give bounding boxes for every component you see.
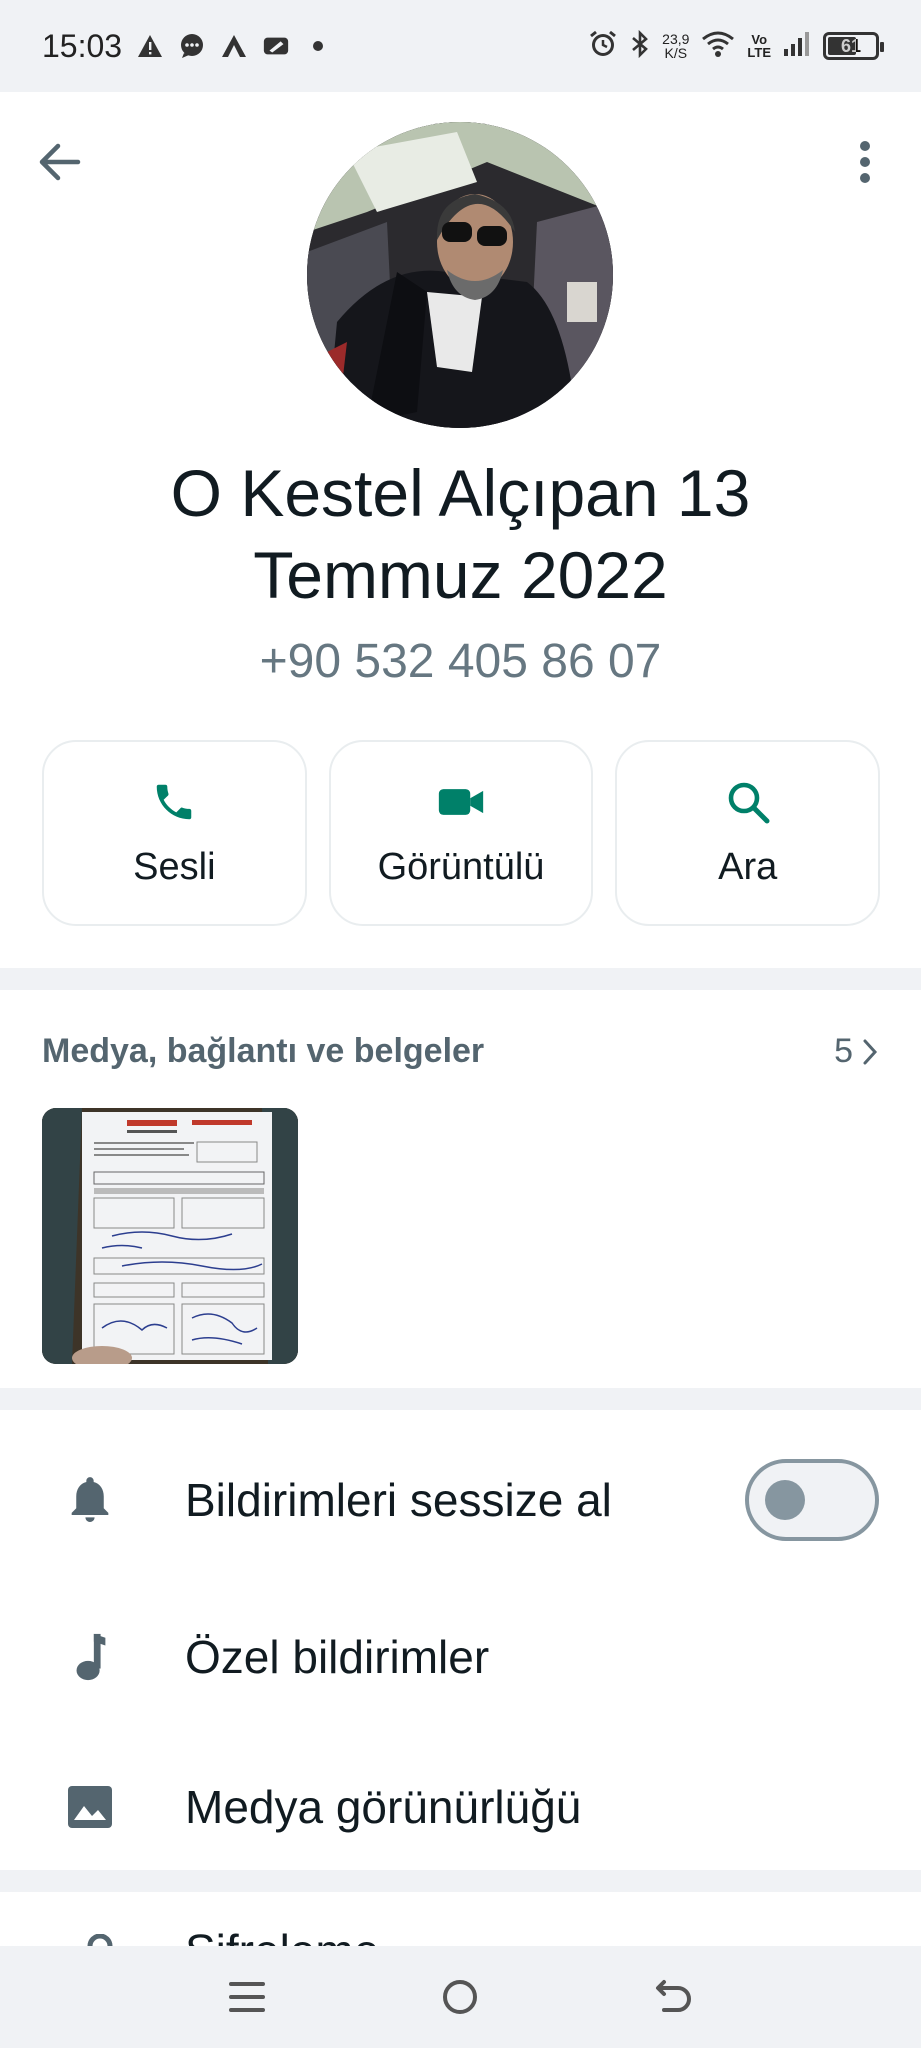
- more-options-button[interactable]: [835, 132, 895, 192]
- bell-icon: [62, 1472, 118, 1528]
- network-speed: 23,9 K/S: [662, 32, 689, 60]
- bluetooth-icon: [630, 29, 650, 64]
- media-title: Medya, bağlantı ve belgeler: [42, 1032, 485, 1070]
- music-note-icon: [62, 1629, 118, 1685]
- app-a-icon: [220, 32, 248, 60]
- recents-button[interactable]: [217, 1967, 277, 2027]
- chat-bubble-icon: [178, 32, 206, 60]
- setting-label: Medya görünürlüğü: [185, 1781, 582, 1833]
- media-visibility-row[interactable]: Medya görünürlüğü: [0, 1732, 921, 1882]
- dot-icon: [304, 32, 332, 60]
- signal-icon: [783, 31, 811, 62]
- voice-call-button[interactable]: Sesli: [42, 740, 307, 926]
- action-label: Ara: [718, 845, 778, 888]
- action-label: Sesli: [133, 845, 216, 888]
- status-time: 15:03: [42, 27, 123, 64]
- battery-icon: 61: [823, 32, 884, 60]
- encryption-row[interactable]: Şifreleme: [0, 1892, 921, 1952]
- pen-app-icon: [262, 32, 290, 60]
- action-label: Görüntülü: [377, 845, 545, 888]
- menu-lines-icon: [228, 1982, 265, 2012]
- status-bar: 15:03 23,9 K/S Vo LTE 61: [0, 0, 921, 92]
- alarm-icon: [588, 29, 618, 64]
- battery-level: 61: [840, 35, 862, 56]
- chevron-right-icon: [863, 1039, 878, 1064]
- media-section: Medya, bağlantı ve belgeler 5: [0, 990, 921, 1388]
- media-header[interactable]: Medya, bağlantı ve belgeler 5: [42, 1032, 879, 1071]
- contact-phone: +90 532 405 86 07: [259, 635, 662, 688]
- mute-notifications-row[interactable]: Bildirimleri sessize al: [0, 1425, 921, 1575]
- video-call-button[interactable]: Görüntülü: [328, 740, 594, 926]
- setting-label: Özel bildirimler: [185, 1631, 490, 1683]
- home-button[interactable]: [430, 1967, 490, 2027]
- arrow-left-icon: [39, 143, 81, 181]
- more-vert-icon: [860, 141, 870, 183]
- media-thumbnail[interactable]: [42, 1108, 298, 1364]
- contact-name: O Kestel Alçıpan 13 Temmuz 2022: [170, 456, 751, 612]
- avatar[interactable]: [307, 122, 613, 428]
- media-count[interactable]: 5: [834, 1032, 879, 1071]
- back-arrow-icon: [656, 1980, 692, 2012]
- status-left: 15:03: [42, 28, 332, 65]
- circle-home-icon: [443, 1980, 478, 2014]
- search-button[interactable]: Ara: [615, 740, 881, 926]
- volte-indicator: Vo LTE: [747, 33, 771, 59]
- warning-icon: [136, 32, 164, 60]
- status-right: 23,9 K/S Vo LTE 61: [588, 29, 884, 64]
- document-photo: [42, 1108, 298, 1364]
- profile-card: O Kestel Alçıpan 13 Temmuz 2022 +90 532 …: [0, 92, 921, 968]
- mute-toggle[interactable]: [745, 1459, 879, 1541]
- toggle-knob: [765, 1480, 805, 1520]
- volte-bottom: LTE: [747, 45, 771, 60]
- media-count-value: 5: [834, 1032, 853, 1070]
- system-nav-bar: [0, 1946, 921, 2048]
- setting-label: Bildirimleri sessize al: [185, 1474, 612, 1526]
- custom-notifications-row[interactable]: Özel bildirimler: [0, 1582, 921, 1732]
- speed-value: 23,9: [662, 31, 690, 47]
- phone-icon: [150, 778, 198, 826]
- wifi-icon: [701, 30, 735, 63]
- image-icon: [62, 1779, 118, 1835]
- search-icon: [724, 778, 772, 826]
- avatar-photo: [307, 122, 613, 428]
- back-nav-button[interactable]: [644, 1967, 704, 2027]
- speed-unit: K/S: [664, 45, 688, 61]
- video-icon: [437, 778, 485, 826]
- back-button[interactable]: [30, 132, 90, 192]
- action-buttons: Sesli Görüntülü Ara: [42, 740, 881, 926]
- settings-section: Bildirimleri sessize al Özel bildirimler…: [0, 1410, 921, 1870]
